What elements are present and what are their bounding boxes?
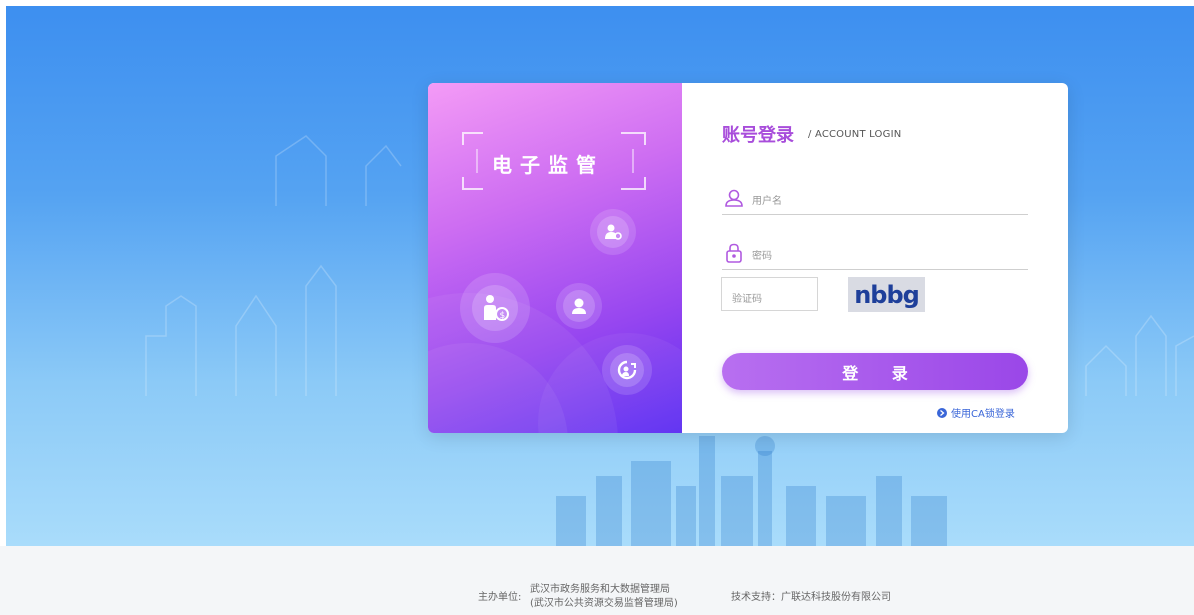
- login-form: 账号登录 / ACCOUNT LOGIN 用户名 密码 验证码 nbbg 登 录…: [682, 83, 1068, 433]
- user-bubble: [556, 283, 602, 329]
- captcha-text: nbbg: [854, 280, 920, 309]
- footer-host-label: 主办单位:: [478, 592, 522, 603]
- user-growth-icon: [617, 360, 637, 380]
- footer-host-line2: (武汉市公共资源交易监督管理局): [530, 598, 678, 609]
- user-icon: [572, 298, 586, 314]
- captcha-placeholder: 验证码: [732, 294, 762, 305]
- footer-tech-support: 技术支持：广联达科技股份有限公司: [731, 592, 891, 603]
- lock-icon: [724, 243, 744, 267]
- password-field[interactable]: 密码: [722, 239, 1028, 270]
- username-placeholder: 用户名: [752, 196, 782, 207]
- login-title: 账号登录: [722, 125, 794, 146]
- user-money-bubble: $: [460, 273, 530, 343]
- user-growth-bubble: [602, 345, 652, 395]
- arrow-right-circle-icon: [937, 407, 947, 418]
- ca-login-link[interactable]: 使用CA锁登录: [937, 405, 1015, 420]
- brand-panel: 电子监管 $: [428, 83, 682, 433]
- svg-text:$: $: [500, 311, 506, 321]
- footer-host-line1: 武汉市政务服务和大数据管理局: [530, 584, 670, 595]
- password-placeholder: 密码: [752, 251, 772, 262]
- login-subtitle: / ACCOUNT LOGIN: [808, 129, 902, 140]
- login-button[interactable]: 登 录: [722, 353, 1028, 390]
- user-money-icon: $: [484, 295, 509, 321]
- brand-title: 电子监管: [492, 153, 604, 177]
- user-gear-bubble: [590, 209, 636, 255]
- captcha-input[interactable]: 验证码: [721, 277, 818, 311]
- login-card: 电子监管 $ 账号登录 / ACCOUNT LOGIN 用户名 密码 验证码 n…: [428, 83, 1068, 433]
- user-outline-icon: [724, 188, 744, 212]
- ca-login-label: 使用CA锁登录: [951, 409, 1015, 420]
- user-gear-icon: [605, 224, 622, 240]
- username-field[interactable]: 用户名: [722, 184, 1028, 215]
- captcha-image[interactable]: nbbg: [848, 277, 925, 312]
